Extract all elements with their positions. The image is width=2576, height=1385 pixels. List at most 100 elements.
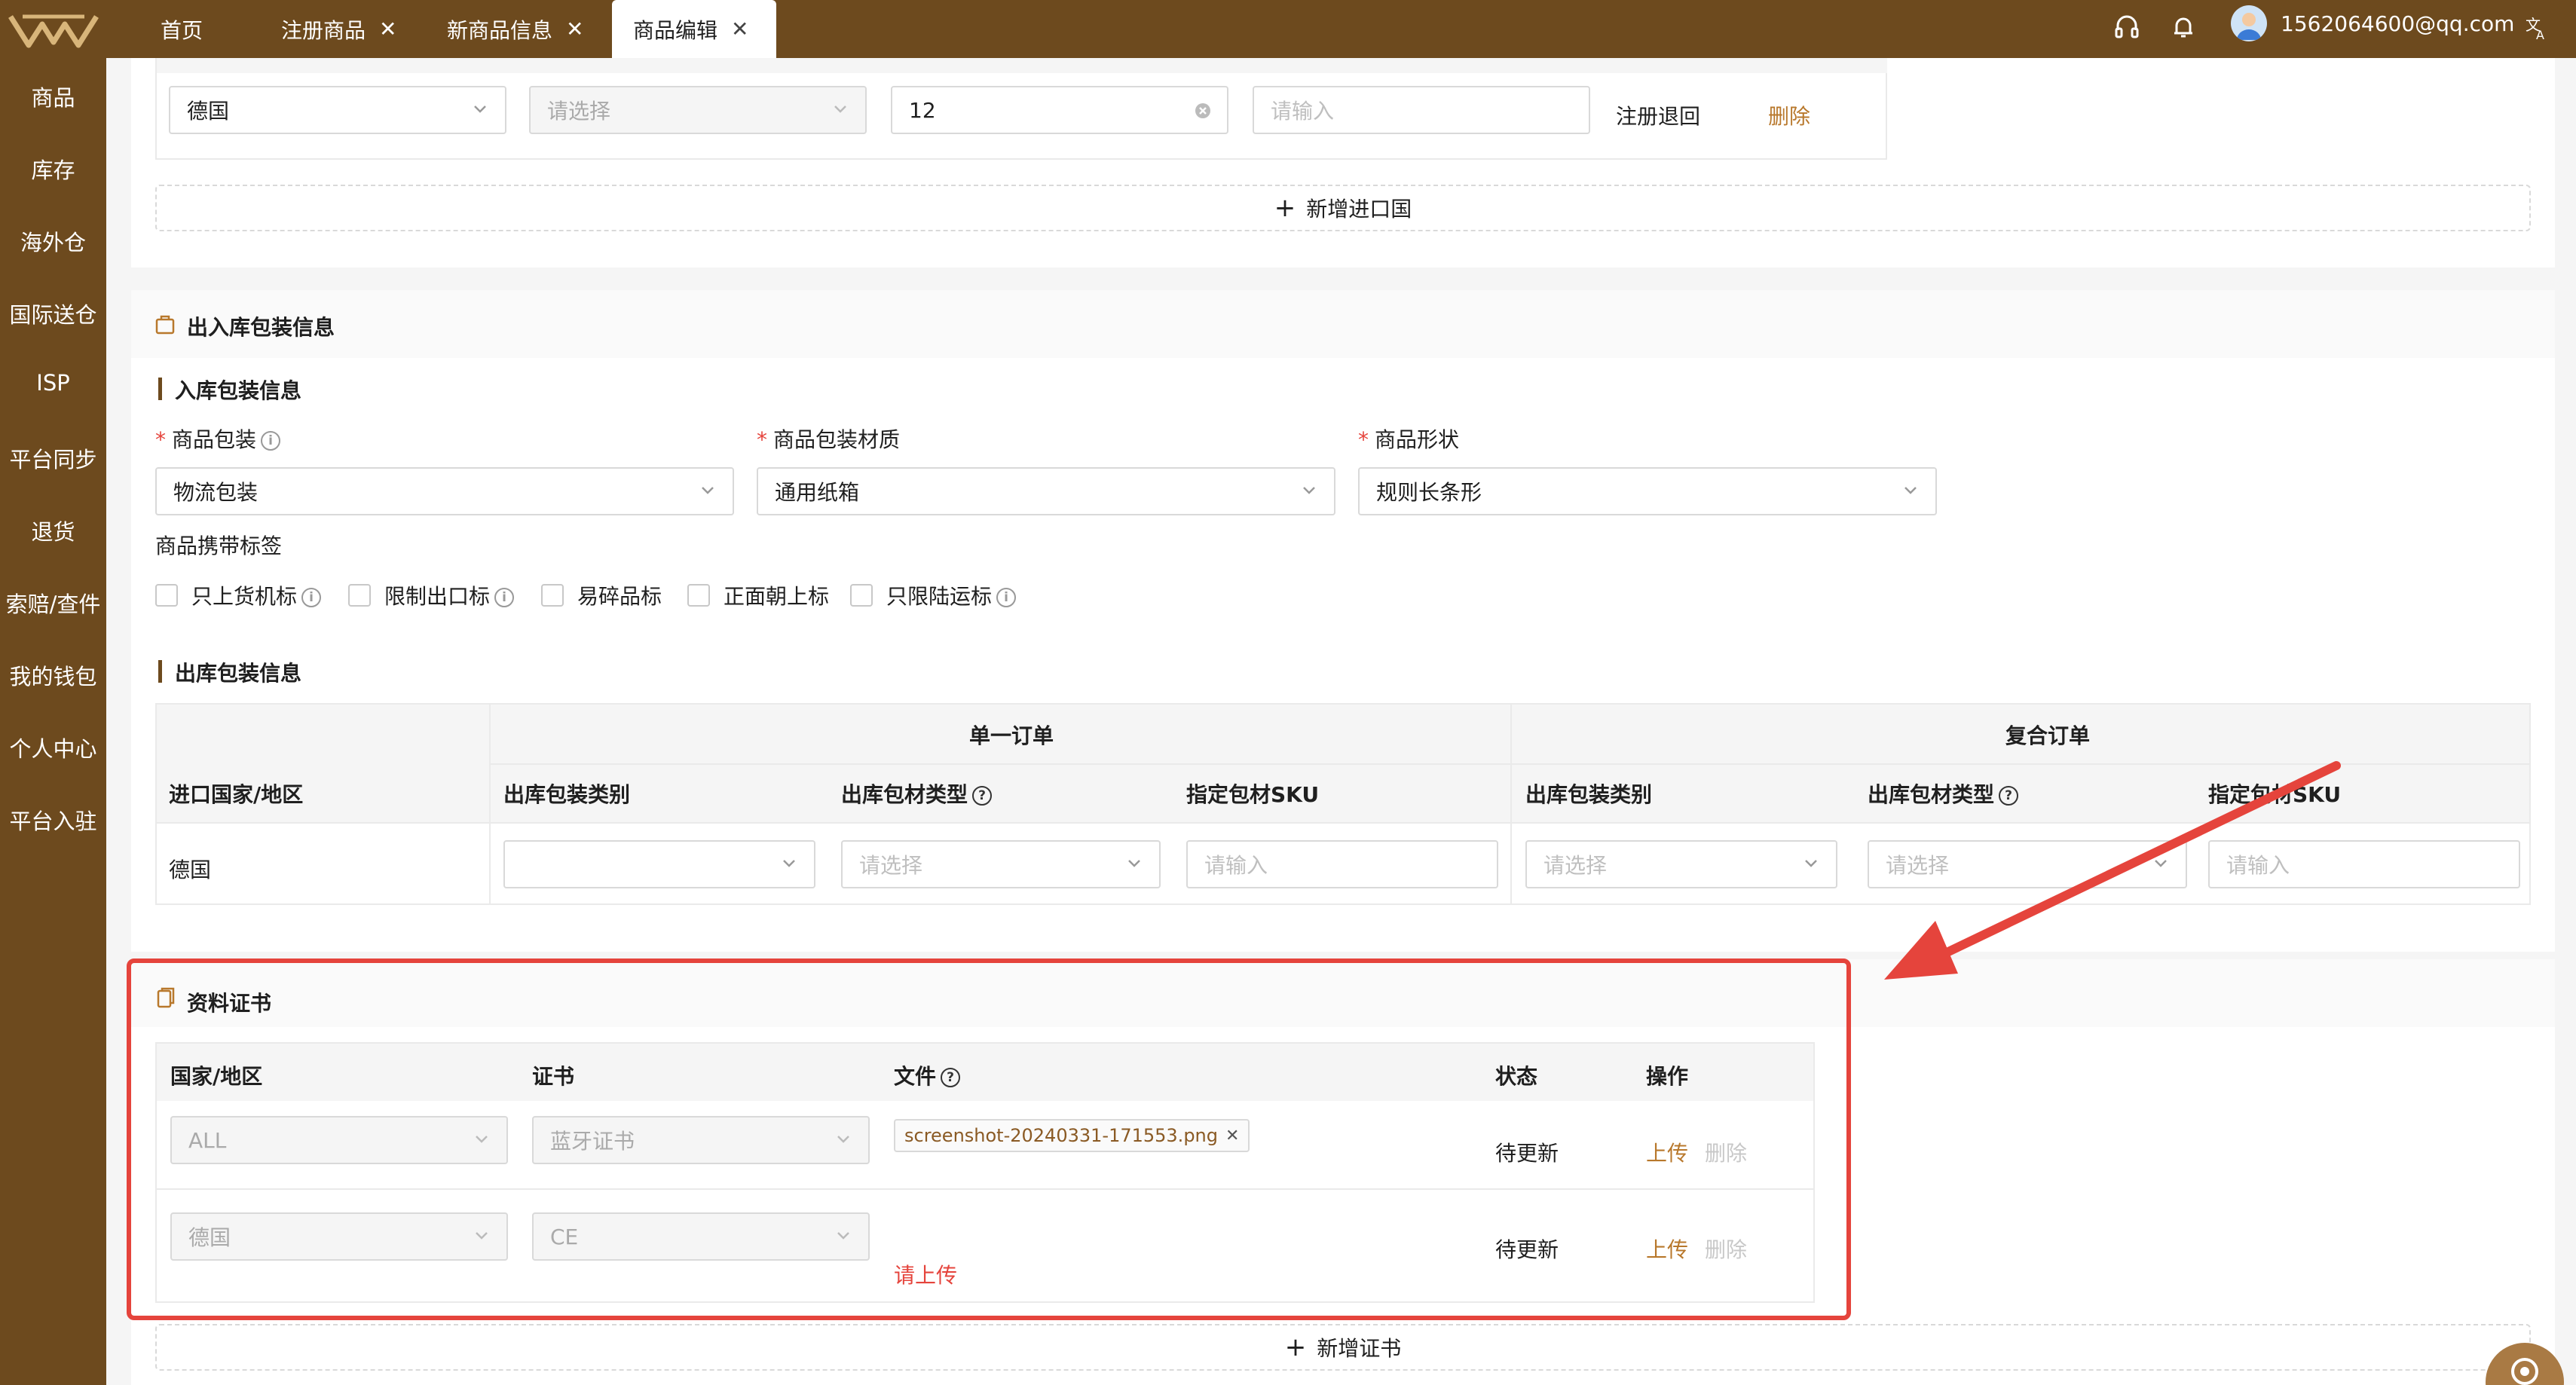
info-icon[interactable]: i	[301, 588, 322, 607]
group-header-single: 单一订单	[969, 723, 1054, 748]
tab-register-product[interactable]: 注册商品 ✕	[260, 0, 418, 58]
avatar	[2231, 5, 2267, 41]
column-divider	[1510, 703, 1512, 905]
col-single-material-type: 出库包材类型?	[841, 778, 993, 809]
headset-icon[interactable]	[2110, 11, 2143, 44]
sidebar-item-platform-sync[interactable]: 平台同步	[0, 442, 106, 474]
tab-label: 商品编辑	[633, 17, 718, 43]
svg-text:A: A	[2536, 28, 2544, 42]
package-icon	[155, 315, 175, 335]
row-country: 德国	[169, 858, 212, 882]
chevron-down-icon	[474, 105, 486, 113]
sidebar-item-platform-join[interactable]: 平台入驻	[0, 804, 106, 836]
plus-icon: +	[1274, 193, 1296, 223]
input-placeholder: 请输入	[1271, 99, 1335, 124]
delete-link[interactable]: 删除	[1768, 100, 1810, 130]
user-menu[interactable]: 1562064600@qq.com	[2231, 0, 2514, 47]
label-text: 商品包装材质	[773, 427, 901, 452]
col-single-package-type: 出库包装类别	[503, 782, 631, 807]
clear-icon[interactable]	[1194, 102, 1212, 120]
sidebar-item-overseas-warehouse[interactable]: 海外仓	[0, 225, 106, 257]
section-bar	[158, 378, 162, 400]
select-value: 通用纸箱	[775, 480, 860, 505]
label-text: 商品包装	[172, 427, 257, 452]
info-icon[interactable]: i	[494, 588, 515, 607]
label-text: 易碎品标	[577, 584, 662, 609]
col-single-sku: 指定包材SKU	[1186, 782, 1320, 807]
combo-package-type-select[interactable]: 请选择	[1525, 840, 1837, 888]
header-text: 出库包材类型	[841, 782, 968, 807]
col-combo-package-type: 出库包装类别	[1525, 782, 1653, 807]
label-text: 商品形状	[1375, 427, 1460, 452]
field-label-packaging: * 商品包装 i	[155, 423, 281, 454]
sidebar-item-inventory[interactable]: 库存	[0, 153, 106, 185]
label-text: 正面朝上标	[724, 584, 830, 609]
sidebar: 商品 库存 海外仓 国际送仓 ISP 平台同步 退货 索赔/查件 我的钱包 个人…	[0, 58, 106, 1385]
sidebar-item-returns[interactable]: 退货	[0, 515, 106, 546]
close-icon[interactable]: ✕	[566, 17, 583, 41]
add-import-country-button[interactable]: + 新增进口国	[155, 185, 2531, 231]
sidebar-item-claims[interactable]: 索赔/查件	[0, 587, 106, 619]
top-bar: 首页 注册商品 ✕ 新商品信息 ✕ 商品编辑 ✕ 1562064600@qq.c…	[0, 0, 2576, 58]
add-certificate-button[interactable]: + 新增证书	[155, 1324, 2531, 1371]
import-type-select[interactable]: 请选择	[529, 86, 867, 134]
sidebar-item-wallet[interactable]: 我的钱包	[0, 659, 106, 691]
bell-icon[interactable]	[2167, 11, 2200, 44]
import-number-input[interactable]: 12	[891, 86, 1228, 134]
product-shape-select[interactable]: 规则长条形	[1358, 467, 1937, 515]
product-packaging-select[interactable]: 物流包装	[155, 467, 734, 515]
tag-label-cargo-only: 只上货机标 i	[191, 580, 322, 610]
input-placeholder: 请输入	[1204, 853, 1268, 878]
help-icon[interactable]: ?	[972, 786, 993, 806]
col-import-country: 进口国家/地区	[169, 782, 304, 807]
section-bar	[158, 660, 162, 683]
select-value: 规则长条形	[1376, 480, 1482, 505]
single-sku-input[interactable]: 请输入	[1186, 840, 1498, 888]
import-remark-input[interactable]: 请输入	[1253, 86, 1590, 134]
sidebar-item-product[interactable]: 商品	[0, 81, 106, 112]
select-placeholder: 请选择	[859, 853, 923, 878]
single-package-type-select[interactable]	[503, 840, 815, 888]
tab-label: 新商品信息	[447, 17, 553, 43]
tag-checkbox[interactable]	[348, 584, 371, 607]
input-value: 12	[909, 97, 936, 123]
group-header-combo: 复合订单	[2005, 723, 2091, 748]
outbound-title: 出库包装信息	[175, 661, 302, 686]
chevron-down-icon	[1128, 860, 1140, 867]
tag-checkbox[interactable]	[687, 584, 710, 607]
tab-home[interactable]: 首页	[139, 0, 241, 58]
label-text: 限制出口标	[384, 584, 491, 609]
packaging-material-select[interactable]: 通用纸箱	[757, 467, 1335, 515]
tag-checkbox[interactable]	[155, 584, 178, 607]
select-value: 德国	[187, 99, 230, 124]
chevron-down-icon	[1303, 487, 1315, 494]
packaging-title: 出入库包装信息	[187, 315, 335, 340]
inbound-title: 入库包装信息	[175, 378, 302, 403]
select-placeholder: 请选择	[547, 99, 611, 124]
tab-label: 首页	[161, 17, 203, 43]
info-icon[interactable]: i	[996, 588, 1017, 607]
sidebar-item-personal-center[interactable]: 个人中心	[0, 732, 106, 763]
single-material-type-select[interactable]: 请选择	[841, 840, 1161, 888]
sidebar-item-isp[interactable]: ISP	[0, 370, 106, 396]
chevron-down-icon	[1805, 860, 1817, 867]
registration-status: 注册退回	[1616, 104, 1701, 129]
tab-product-edit[interactable]: 商品编辑 ✕	[612, 0, 776, 58]
button-label: 新增证书	[1317, 1336, 1402, 1361]
field-label-shape: * 商品形状	[1358, 423, 1459, 454]
brand-logo-icon[interactable]	[6, 6, 101, 53]
tag-checkbox[interactable]	[850, 584, 873, 607]
tab-new-product-info[interactable]: 新商品信息 ✕	[426, 0, 607, 58]
label-text: 只限陆运标	[886, 584, 993, 609]
tag-checkbox[interactable]	[541, 584, 564, 607]
close-icon[interactable]: ✕	[731, 17, 748, 41]
chevron-down-icon	[702, 487, 714, 494]
info-icon[interactable]: i	[261, 431, 281, 451]
translate-icon[interactable]: 文 A	[2521, 11, 2554, 44]
label-text: 只上货机标	[191, 584, 298, 609]
close-icon[interactable]: ✕	[379, 17, 396, 41]
tags-label: 商品携带标签	[155, 534, 283, 558]
sidebar-item-international-delivery[interactable]: 国际送仓	[0, 298, 106, 329]
import-country-select[interactable]: 德国	[169, 86, 506, 134]
tag-label-fragile: 易碎品标	[577, 580, 662, 610]
